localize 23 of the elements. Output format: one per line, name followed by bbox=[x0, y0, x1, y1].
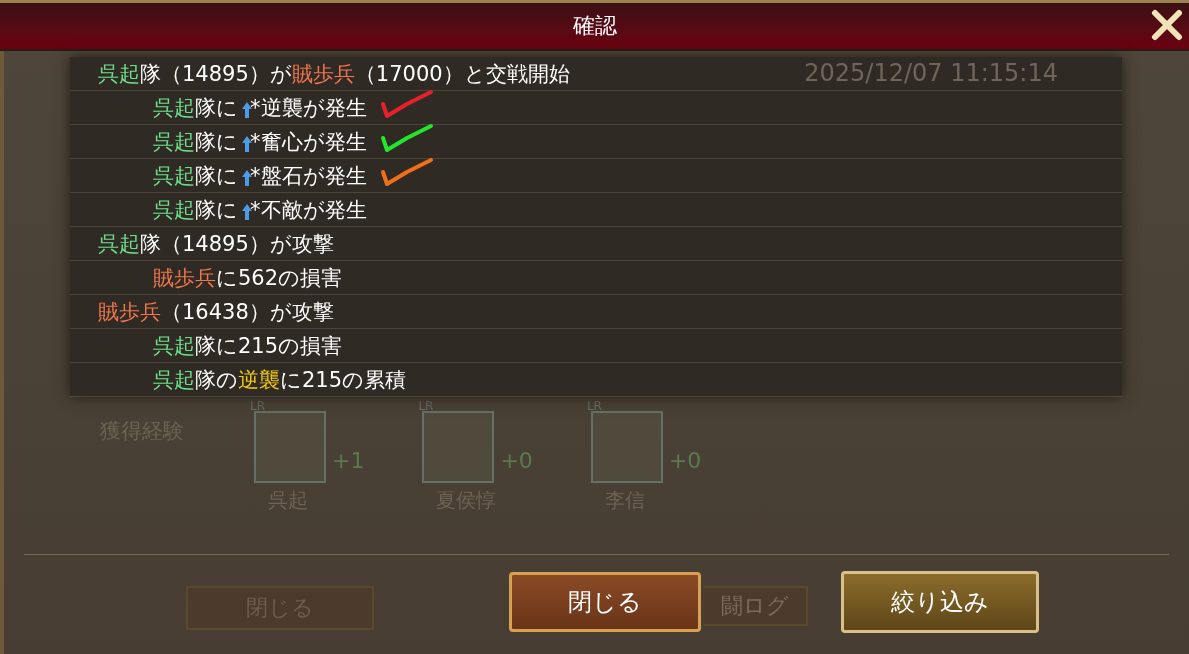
log-line: 呉起隊の逆襲に215の累積 bbox=[153, 366, 407, 394]
portrait-placeholder bbox=[254, 411, 326, 483]
log-line: 呉起隊（14895）が賊歩兵（17000）と交戦開始 bbox=[98, 60, 570, 88]
log-line: 呉起隊（14895）が攻撃 bbox=[98, 230, 334, 258]
log-line: 賊歩兵に562の損害 bbox=[153, 264, 343, 292]
exp-gain: +0 bbox=[668, 448, 702, 473]
log-line: 賊歩兵（16438）が攻撃 bbox=[98, 298, 334, 326]
close-icon[interactable] bbox=[1151, 9, 1183, 41]
dialog-title: 確認 bbox=[572, 12, 617, 40]
timestamp: 2025/12/07 11:15:14 bbox=[804, 59, 1058, 87]
dialog-button[interactable]: 閉じる bbox=[509, 572, 701, 632]
up-arrow-icon bbox=[242, 101, 252, 118]
log-line: 呉起隊に215の損害 bbox=[153, 332, 343, 360]
exp-gain: +1 bbox=[332, 448, 365, 473]
up-arrow-icon bbox=[242, 203, 252, 220]
dialog-button[interactable]: 絞り込み bbox=[841, 571, 1039, 633]
up-arrow-icon bbox=[242, 169, 252, 186]
log-line: 呉起隊に *奮心が発生 bbox=[153, 128, 367, 156]
log-line: 呉起隊に *逆襲が発生 bbox=[153, 94, 367, 122]
log-line: 呉起隊に *盤石が発生 bbox=[153, 162, 367, 190]
up-arrow-icon bbox=[242, 135, 252, 152]
exp-gain: +0 bbox=[500, 448, 533, 473]
log-line: 呉起隊に *不敵が発生 bbox=[153, 196, 367, 224]
